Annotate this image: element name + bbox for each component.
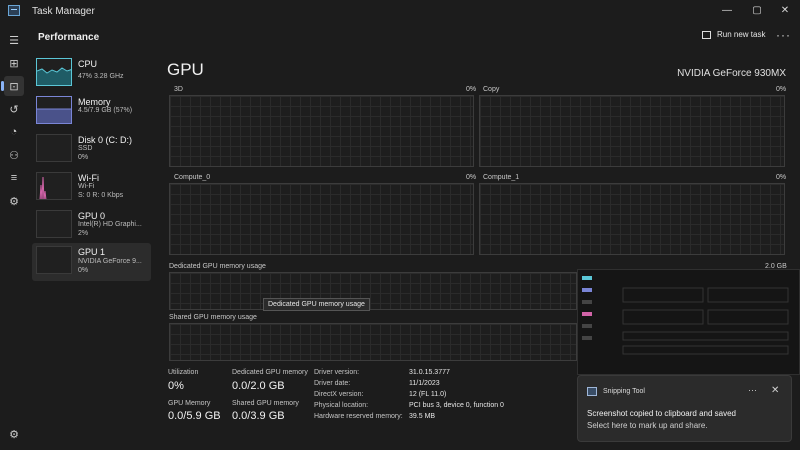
sidebar-item-name: Memory <box>78 97 111 107</box>
performance-icon[interactable]: ⊡ <box>1 76 24 96</box>
startup-apps-icon[interactable]: ◔ <box>4 122 24 142</box>
navigation-rail: ☰ ⊞ ⊡ ↺ ◔ ⚇ ≡ ⚙ ⚙ <box>0 22 28 450</box>
shared-memory-label: Shared GPU memory usage <box>169 314 257 321</box>
utilization-label: Utilization <box>168 369 199 376</box>
sidebar-item-detail: 0% <box>78 154 89 161</box>
notification-subtext: Select here to mark up and share. <box>587 421 708 430</box>
sidebar-item-detail: S: 0 R: 0 Kbps <box>78 192 124 199</box>
graph-percent-compute-1: 0% <box>776 174 787 181</box>
disk-thumbnail-graph <box>36 134 72 162</box>
reserved-memory-label: Hardware reserved memory: <box>314 413 403 420</box>
sidebar-item-detail: Wi-Fi <box>78 183 95 190</box>
page-title: Performance <box>38 32 100 43</box>
directx-version-label: DirectX version: <box>314 391 364 398</box>
title-bar: Task Manager — ▢ ✕ <box>0 0 800 22</box>
reserved-memory-value: 39.5 MB <box>409 413 436 420</box>
sidebar-item-cpu[interactable]: CPU 47% 3.28 GHz <box>32 55 151 93</box>
wifi-thumbnail-graph <box>36 172 72 200</box>
dedicated-memory-stat-label: Dedicated GPU memory <box>232 369 308 376</box>
run-new-task-label: Run new task <box>717 30 766 39</box>
sidebar-item-detail: 4.5/7.9 GB (57%) <box>78 107 133 114</box>
sidebar-item-name: GPU 1 <box>78 247 106 257</box>
graph-tooltip: Dedicated GPU memory usage <box>263 298 370 311</box>
driver-version-label: Driver version: <box>314 369 360 376</box>
sidebar-item-detail: Intel(R) HD Graphi... <box>78 221 142 228</box>
graph-label-copy: Copy <box>483 86 500 93</box>
sidebar-item-wifi[interactable]: Wi-Fi Wi-Fi S: 0 R: 0 Kbps <box>32 169 151 207</box>
engine-graph-compute-1 <box>479 183 785 255</box>
driver-date-value: 11/1/2023 <box>409 380 440 387</box>
notification-app-name: Snipping Tool <box>603 388 645 395</box>
driver-version-value: 31.0.15.3777 <box>409 369 450 376</box>
run-task-icon <box>702 30 711 39</box>
memory-thumbnail-graph <box>36 96 72 124</box>
notification-more-button[interactable]: ··· <box>748 385 757 395</box>
dedicated-memory-stat-value: 0.0/2.0 GB <box>232 380 285 392</box>
dedicated-memory-graph <box>169 272 577 310</box>
graph-label-3d: 3D <box>174 86 183 93</box>
graph-label-compute-1: Compute_1 <box>483 174 520 181</box>
run-new-task-button[interactable]: Run new task <box>702 30 765 39</box>
task-manager-app-icon <box>8 5 20 16</box>
physical-location-label: Physical location: <box>314 402 369 409</box>
services-icon[interactable]: ⚙ <box>4 191 24 211</box>
graph-percent-compute-0: 0% <box>466 174 477 181</box>
notification-message: Screenshot copied to clipboard and saved <box>587 409 736 418</box>
snipping-tool-notification[interactable]: Snipping Tool ··· ✕ Screenshot copied to… <box>577 375 792 442</box>
gpu-model-name: NVIDIA GeForce 930MX <box>677 68 786 79</box>
shared-memory-stat-value: 0.0/3.9 GB <box>232 410 285 422</box>
app-history-icon[interactable]: ↺ <box>4 99 24 119</box>
dedicated-memory-label: Dedicated GPU memory usage <box>169 263 266 270</box>
gpu1-thumbnail-graph <box>36 246 72 274</box>
maximize-button[interactable]: ▢ <box>742 0 772 20</box>
engine-graph-copy <box>479 95 785 167</box>
sidebar-item-detail: 0% <box>78 267 89 274</box>
sidebar-item-name: Wi-Fi <box>78 173 99 183</box>
shared-memory-stat-label: Shared GPU memory <box>232 400 299 407</box>
processes-icon[interactable]: ⊞ <box>4 53 24 73</box>
sidebar-item-detail: NVIDIA GeForce 9... <box>78 258 142 265</box>
screenshot-preview-thumbnail[interactable] <box>577 269 800 375</box>
details-icon[interactable]: ≡ <box>4 168 24 188</box>
window-title: Task Manager <box>32 6 95 17</box>
directx-version-value: 12 (FL 11.0) <box>409 391 447 398</box>
minimize-button[interactable]: — <box>712 0 742 20</box>
engine-graph-compute-0 <box>169 183 474 255</box>
sidebar-item-gpu-0[interactable]: GPU 0 Intel(R) HD Graphi... 2% <box>32 207 151 245</box>
gpu0-thumbnail-graph <box>36 210 72 238</box>
close-button[interactable]: ✕ <box>770 0 800 20</box>
more-options-button[interactable]: ··· <box>776 28 791 42</box>
graph-percent-3d: 0% <box>466 86 477 93</box>
sidebar-item-detail: 47% 3.28 GHz <box>78 73 124 80</box>
graph-percent-copy: 0% <box>776 86 787 93</box>
gpu-title: GPU <box>167 60 204 79</box>
hamburger-menu-icon[interactable]: ☰ <box>4 30 24 50</box>
utilization-value: 0% <box>168 380 184 392</box>
sidebar-item-disk[interactable]: Disk 0 (C: D:) SSD 0% <box>32 131 151 169</box>
snipping-tool-icon <box>587 387 597 396</box>
driver-date-label: Driver date: <box>314 380 351 387</box>
gpu-memory-value: 0.0/5.9 GB <box>168 410 221 422</box>
gpu-memory-label: GPU Memory <box>168 400 211 407</box>
cpu-thumbnail-graph <box>36 58 72 86</box>
shared-memory-graph <box>169 323 577 361</box>
sidebar-item-detail: 2% <box>78 230 89 237</box>
sidebar-item-name: Disk 0 (C: D:) <box>78 135 132 145</box>
settings-gear-icon[interactable]: ⚙ <box>4 424 24 444</box>
sidebar-item-detail: SSD <box>78 145 93 152</box>
sidebar-item-gpu-1[interactable]: GPU 1 NVIDIA GeForce 9... 0% <box>32 243 151 281</box>
graph-label-compute-0: Compute_0 <box>174 174 211 181</box>
users-icon[interactable]: ⚇ <box>4 145 24 165</box>
physical-location-value: PCI bus 3, device 0, function 0 <box>409 402 504 409</box>
sidebar-item-name: GPU 0 <box>78 211 106 221</box>
notification-close-button[interactable]: ✕ <box>771 385 779 396</box>
engine-graph-3d <box>169 95 474 167</box>
sidebar-item-memory[interactable]: Memory 4.5/7.9 GB (57%) <box>32 93 151 131</box>
sidebar-item-name: CPU <box>78 59 98 69</box>
